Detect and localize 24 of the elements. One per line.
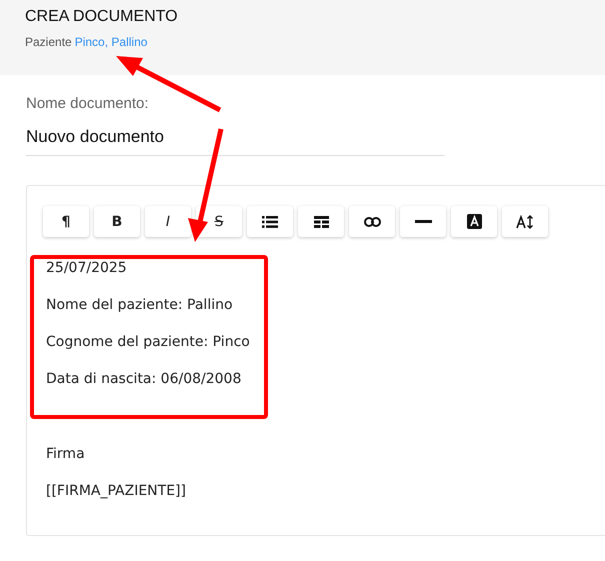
table-button[interactable] [298,206,344,237]
page-title: CREA DOCUMENTO [25,9,178,25]
patient-label: Paziente [25,34,72,50]
document-name-field[interactable]: Nuovo documento [26,127,445,156]
horizontal-rule-button[interactable] [400,206,446,237]
paragraph-button[interactable]: ¶ [43,206,89,237]
editor-text: Firma [46,446,85,462]
editor-text: [[FIRMA_PAZIENTE]] [46,483,186,499]
editor-text: 25/07/2025 [46,260,127,276]
bold-button[interactable]: B [94,206,140,237]
table-icon [314,216,328,228]
editor-text: Nome del paziente: Pallino [46,297,233,313]
text-color-icon [466,214,482,229]
font-size-button[interactable] [502,206,548,237]
field-label: Nome documento: [26,95,149,112]
bullet-list-button[interactable] [247,206,293,237]
link-button[interactable] [349,206,395,237]
link-icon [364,216,380,226]
editor-text: Cognome del paziente: Pinco [46,334,250,350]
list-icon [262,216,278,228]
font-size-icon [516,214,534,228]
italic-button[interactable]: I [145,206,191,237]
editor-text: Data di nascita: 06/08/2008 [46,371,242,387]
text-color-button[interactable] [451,206,497,237]
